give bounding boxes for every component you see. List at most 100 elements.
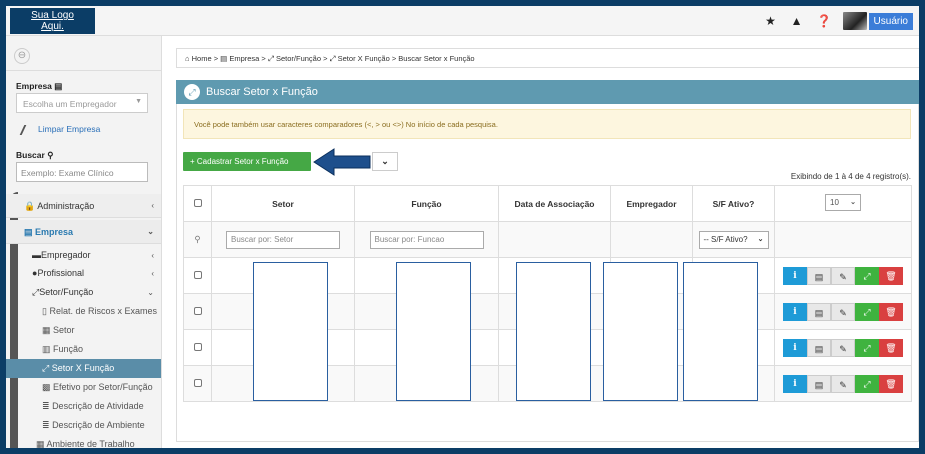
menu-setor-funcao-label: Setor/Função [39,287,94,297]
header-sf-ativo[interactable]: S/F Ativo? [692,185,775,222]
row-checkbox-cell [183,329,212,366]
user-button[interactable]: Usuário [868,12,913,30]
panel-header: ⤢ Buscar Setor x Função [176,80,919,104]
sidebar-toggle-icon[interactable]: ⊖ [14,48,30,64]
filter-ativo-select[interactable]: -- S/F Ativo? ⌄ [698,230,769,249]
list-icon[interactable]: ▤ [807,266,831,285]
cadastrar-button[interactable]: + Cadastrar Setor x Função [183,152,311,171]
row-checkbox[interactable] [193,342,202,351]
header-data-associacao[interactable]: Data de Associação [498,185,611,222]
chevron-down-icon: ⌄ [147,288,154,297]
expand-icon: ⤢ [184,84,200,100]
lock-icon: 🔒 [24,201,36,211]
avatar[interactable] [842,12,867,30]
row-actions: i ▤ ✎ ⤢ 🗑 [774,293,912,330]
list-icon[interactable]: ▤ [807,374,831,393]
select-all-cell [183,185,212,222]
row-checkbox[interactable] [193,270,202,279]
menu-setor-label: Setor [53,325,75,335]
sidebar: ⊖ Empresa ▤ Escolha um Empregador ▼ Limpa… [6,36,162,448]
menu-ambiente-trabalho[interactable]: ▦ Ambiente de Trabalho [6,435,161,448]
menu-empregador-label: Empregador [41,250,91,260]
menu-empregador[interactable]: ▬Empregador ‹ [6,246,161,265]
page-size-value: 10 [830,197,839,207]
trash-icon[interactable]: 🗑 [879,338,903,357]
records-count: Exibindo de 1 à 4 de 4 registro(s). [790,172,911,181]
edit-icon[interactable]: ✎ [831,374,855,393]
funcao-icon: ▥ [42,344,51,354]
top-bar: Sua Logo Aqui. ★ ▲ ❓ Usuário [6,6,919,36]
main-content: ⌂ Home > ▤ Empresa > ⤢ Setor/Função > ⤢ … [172,36,919,448]
menu-relat-riscos-label: Relat. de Riscos x Exames [49,306,158,316]
menu-setor[interactable]: ▦ Setor [6,321,161,340]
chevron-left-icon: ‹ [151,251,154,260]
menu-descricao-ambiente[interactable]: ≣ Descrição de Ambiente [6,416,161,435]
info-icon[interactable]: i [783,302,807,321]
edit-icon[interactable]: ✎ [831,266,855,285]
buscar-input[interactable]: Exemplo: Exame Clínico [16,162,148,182]
trash-icon[interactable]: 🗑 [879,266,903,285]
edit-icon[interactable]: ✎ [831,302,855,321]
menu-empresa[interactable]: ▤ Empresa ⌄ [6,220,161,244]
filter-row: ⚲ Buscar por: Setor Buscar por: Funcao -… [183,221,912,258]
trash-icon[interactable]: 🗑 [879,374,903,393]
star-icon[interactable]: ★ [765,14,777,28]
menu-efetivo-label: Efetivo por Setor/Função [53,382,153,392]
header-funcao[interactable]: Função [354,185,499,222]
menu-setor-funcao[interactable]: ⤢Setor/Função ⌄ [6,283,161,302]
menu-efetivo[interactable]: ▩ Efetivo por Setor/Função [6,378,161,397]
trash-icon[interactable]: 🗑 [879,302,903,321]
list-icon[interactable]: ▤ [807,302,831,321]
menu-funcao[interactable]: ▥ Função [6,340,161,359]
logo-line-2: Aqui. [41,21,64,32]
filter-empty [610,221,693,258]
empregador-icon: ▬ [32,250,41,260]
row-actions: i ▤ ✎ ⤢ 🗑 [774,365,912,402]
info-icon[interactable]: i [783,374,807,393]
row-checkbox[interactable] [193,378,202,387]
expand-icon[interactable]: ⤢ [855,338,879,357]
brush-icon [19,124,33,135]
menu-profissional[interactable]: ●Profissional ‹ [6,264,161,283]
empresa-select[interactable]: Escolha um Empregador ▼ [16,93,148,113]
menu-descricao-atividade[interactable]: ≣ Descrição de Atividade [6,397,161,416]
filter-ativo-value: -- S/F Ativo? [703,234,748,244]
info-icon[interactable]: i [783,266,807,285]
options-dropdown-button[interactable]: ⌄ [372,152,398,171]
help-icon[interactable]: ❓ [817,14,832,28]
chevron-left-icon: ‹ [151,269,154,278]
expand-icon[interactable]: ⤢ [855,374,879,393]
info-icon[interactable]: i [783,338,807,357]
row-checkbox-cell [183,293,212,330]
chevron-left-icon: ‹ [151,201,154,210]
filter-funcao-input[interactable]: Buscar por: Funcao [369,230,484,249]
list-icon: ≣ [42,420,50,430]
filter-setor-input[interactable]: Buscar por: Setor [226,230,340,249]
warning-icon[interactable]: ▲ [791,14,803,28]
filter-empty [498,221,611,258]
page-title: Buscar Setor x Função [206,86,318,98]
expand-icon[interactable]: ⤢ [855,302,879,321]
limpar-empresa-link[interactable]: Limpar Empresa [19,124,100,135]
menu-profissional-label: Profissional [37,268,84,278]
redacted-data [516,262,591,401]
menu-setor-x-funcao[interactable]: ⤢ Setor X Função [6,359,161,378]
header-empregador[interactable]: Empregador [610,185,693,222]
select-all-checkbox[interactable] [193,198,202,207]
menu-relat-riscos[interactable]: ▯ Relat. de Riscos x Exames [6,302,161,321]
row-checkbox[interactable] [193,306,202,315]
search-icon: ⚲ [183,221,212,258]
logo[interactable]: Sua Logo Aqui. [10,8,95,34]
edit-icon[interactable]: ✎ [831,338,855,357]
list-icon: ≣ [42,401,50,411]
row-checkbox-cell [183,365,212,402]
expand-icon[interactable]: ⤢ [855,266,879,285]
header-setor[interactable]: Setor [211,185,355,222]
ambiente-icon: ▦ [36,439,45,448]
menu-administracao[interactable]: 🔒 Administração ‹ [6,194,161,218]
filter-empty [774,221,912,258]
list-icon[interactable]: ▤ [807,338,831,357]
menu-empresa-label: Empresa [35,227,74,237]
page-size-select[interactable]: 10 ⌄ [825,193,861,211]
breadcrumb[interactable]: ⌂ Home > ▤ Empresa > ⤢ Setor/Função > ⤢ … [176,48,919,68]
